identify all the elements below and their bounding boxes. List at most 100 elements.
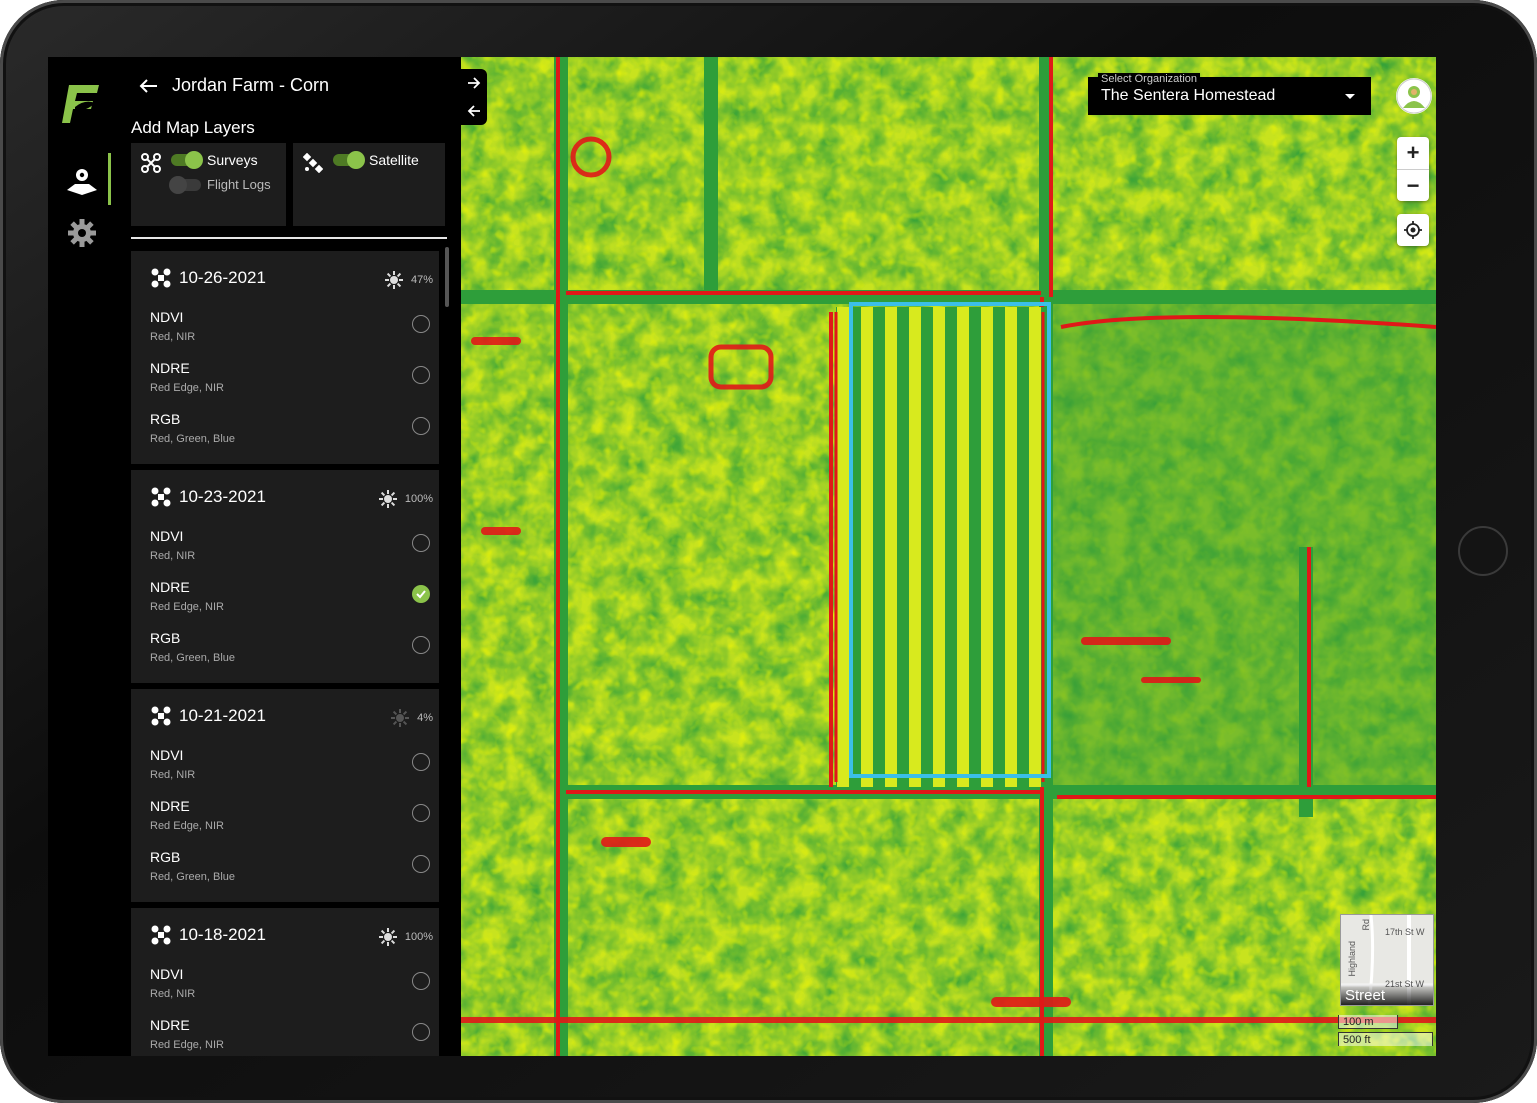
layer-option[interactable]: RGB Red, Green, Blue [150, 411, 430, 455]
surveys-toggle-label: Surveys [207, 152, 258, 168]
flight-logs-switch[interactable] [169, 175, 201, 194]
surveys-toggle[interactable]: Surveys [171, 151, 258, 169]
survey-header: 10-21-2021 [151, 706, 266, 726]
nav-active-indicator [108, 153, 111, 205]
radio-button[interactable] [412, 534, 430, 552]
layer-option[interactable]: NDRE Red Edge, NIR [150, 1017, 430, 1056]
layers-panel: Jordan Farm - Corn Add Map Layers Survey… [118, 57, 461, 1056]
survey-coverage-value: 47% [410, 274, 433, 286]
zoom-out-button[interactable]: − [1397, 170, 1429, 202]
satellite-layer-card: Satellite [293, 143, 445, 226]
layer-option[interactable]: NDVI Red, NIR [150, 966, 430, 1010]
layer-option[interactable]: NDRE Red Edge, NIR [150, 798, 430, 842]
layer-option[interactable]: NDRE Red Edge, NIR [150, 579, 430, 623]
sentera-logo-icon[interactable] [59, 81, 105, 127]
radio-button[interactable] [412, 855, 430, 873]
radio-button[interactable] [412, 1023, 430, 1041]
sun-icon [384, 271, 403, 289]
layer-option[interactable]: RGB Red, Green, Blue [150, 630, 430, 674]
radio-button[interactable] [412, 417, 430, 435]
layer-name: RGB [150, 630, 181, 646]
chevron-down-icon [1345, 94, 1355, 99]
gear-icon [68, 219, 96, 247]
layer-name: NDRE [150, 579, 190, 595]
layer-bands: Red, NIR [150, 769, 196, 781]
layer-bands: Red, NIR [150, 988, 196, 1000]
basemap-street-17th: 17th St W [1385, 927, 1425, 937]
panel-collapse-tab[interactable] [461, 69, 487, 125]
radio-button[interactable] [412, 972, 430, 990]
organization-select[interactable]: Select Organization The Sentera Homestea… [1088, 73, 1371, 115]
layer-name: RGB [150, 411, 181, 427]
layer-option[interactable]: NDVI Red, NIR [150, 309, 430, 353]
surveys-switch[interactable] [171, 151, 203, 169]
scale-imperial: 500 ft [1338, 1032, 1433, 1046]
layer-option[interactable]: NDRE Red Edge, NIR [150, 360, 430, 404]
layer-name: NDVI [150, 528, 184, 544]
panel-scrollbar[interactable] [445, 247, 449, 307]
sun-icon [378, 928, 397, 946]
layer-bands: Red Edge, NIR [150, 382, 224, 394]
drone-icon [141, 153, 161, 173]
nav-rail [48, 57, 118, 1056]
satellite-icon [303, 153, 323, 173]
sun-icon [378, 490, 397, 508]
layer-option[interactable]: RGB Red, Green, Blue [150, 849, 430, 893]
survey-coverage-value: 100% [404, 493, 433, 505]
survey-date: 10-23-2021 [179, 487, 266, 506]
survey-card: 10-21-2021 4% NDVI Red, NIR NDRE Red Edg… [131, 689, 439, 902]
survey-card: 10-26-2021 47% NDVI Red, NIR NDRE Red Ed… [131, 251, 439, 464]
ndre-field-map [461, 57, 1436, 1056]
radio-button[interactable] [412, 366, 430, 384]
radio-button[interactable] [412, 804, 430, 822]
survey-coverage: 100% [378, 490, 433, 508]
layer-bands: Red, Green, Blue [150, 433, 235, 445]
drone-icon [151, 487, 171, 507]
radio-button[interactable] [412, 315, 430, 333]
layer-name: RGB [150, 849, 181, 865]
layer-bands: Red Edge, NIR [150, 1039, 224, 1051]
radio-button[interactable] [412, 753, 430, 771]
panel-divider [131, 237, 447, 239]
layer-name: NDVI [150, 966, 184, 982]
arrow-left-icon[interactable] [138, 78, 158, 94]
layer-bands: Red Edge, NIR [150, 820, 224, 832]
survey-header: 10-18-2021 [151, 925, 266, 945]
check-circle-icon[interactable] [412, 585, 430, 603]
organization-select-value: The Sentera Homestead [1101, 87, 1276, 104]
panel-header: Jordan Farm - Corn [138, 75, 329, 96]
arrow-left-icon[interactable] [467, 105, 481, 117]
nav-settings-button[interactable] [62, 213, 102, 253]
radio-button[interactable] [412, 636, 430, 654]
locate-button[interactable] [1397, 214, 1429, 246]
crosshair-icon [1404, 221, 1422, 239]
layer-bands: Red Edge, NIR [150, 601, 224, 613]
basemap-label: Street [1341, 983, 1433, 1005]
arrow-right-icon[interactable] [467, 77, 481, 89]
app-screen: Jordan Farm - Corn Add Map Layers Survey… [48, 57, 1436, 1056]
user-avatar[interactable] [1396, 78, 1432, 114]
survey-header: 10-23-2021 [151, 487, 266, 507]
drone-icon [151, 706, 171, 726]
map-view[interactable]: Select Organization The Sentera Homestea… [461, 57, 1436, 1056]
satellite-switch[interactable] [333, 151, 365, 169]
survey-card: 10-18-2021 100% NDVI Red, NIR NDRE Red E… [131, 908, 439, 1056]
layer-name: NDRE [150, 798, 190, 814]
layer-name: NDVI [150, 747, 184, 763]
survey-coverage: 4% [391, 709, 433, 727]
basemap-toggle[interactable]: 17th St W 21st St W Highland Rd Street [1340, 914, 1434, 1006]
survey-card: 10-23-2021 100% NDVI Red, NIR NDRE Red E… [131, 470, 439, 683]
layer-option[interactable]: NDVI Red, NIR [150, 528, 430, 572]
drone-icon [151, 268, 171, 288]
zoom-in-button[interactable]: + [1397, 137, 1429, 169]
nav-map-button[interactable] [60, 161, 104, 201]
layer-option[interactable]: NDVI Red, NIR [150, 747, 430, 791]
survey-coverage-value: 4% [417, 712, 433, 724]
scale-bar: 100 m 500 ft [1338, 1015, 1433, 1046]
survey-coverage-value: 100% [404, 931, 433, 943]
organization-select-label: Select Organization [1098, 73, 1200, 85]
satellite-toggle[interactable]: Satellite [333, 151, 419, 169]
layer-bands: Red, NIR [150, 550, 196, 562]
farm-title: Jordan Farm - Corn [172, 75, 330, 95]
flight-logs-toggle[interactable]: Flight Logs [169, 175, 271, 194]
